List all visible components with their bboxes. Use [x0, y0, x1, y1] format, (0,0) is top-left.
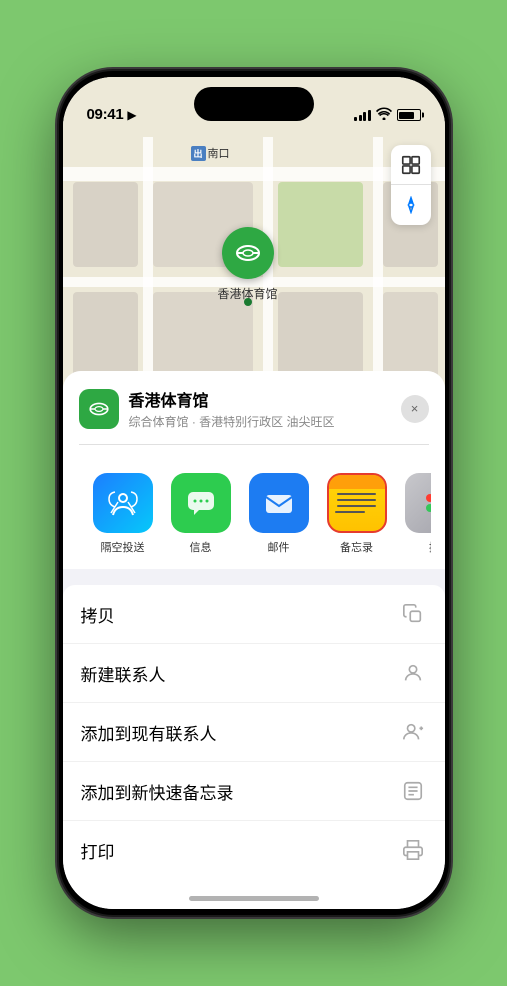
exit-badge: 出 [191, 146, 206, 161]
share-mail[interactable]: 邮件 [249, 473, 309, 555]
signal-bar-1 [354, 117, 357, 121]
status-time: 09:41 [87, 106, 124, 123]
message-label: 信息 [190, 539, 212, 555]
battery-fill [399, 112, 414, 119]
action-copy[interactable]: 拷贝 [63, 585, 445, 644]
more-label: 提 [429, 539, 431, 555]
map-controls [391, 145, 431, 225]
action-new-contact[interactable]: 新建联系人 [63, 644, 445, 703]
signal-bar-2 [359, 115, 362, 121]
home-indicator [189, 896, 319, 901]
map-label: 出 南口 [191, 145, 230, 161]
notes-icon-wrap [327, 473, 387, 533]
action-new-contact-label: 新建联系人 [81, 661, 166, 686]
location-info: 香港体育馆 综合体育馆 · 香港特别行政区 油尖旺区 [129, 387, 391, 430]
divider [63, 569, 445, 577]
mail-label: 邮件 [268, 539, 290, 555]
compass-button[interactable] [391, 185, 431, 225]
wifi-icon [376, 107, 392, 123]
copy-icon [399, 600, 427, 628]
pin-dot [244, 298, 252, 306]
status-icons [354, 107, 421, 123]
close-button[interactable]: × [401, 395, 429, 423]
message-icon-wrap [171, 473, 231, 533]
more-icon-wrap [405, 473, 431, 533]
location-subtitle: 综合体育馆 · 香港特别行政区 油尖旺区 [129, 413, 391, 430]
person-icon [399, 659, 427, 687]
share-notes[interactable]: 备忘录 [327, 473, 387, 555]
action-quick-note-label: 添加到新快速备忘录 [81, 779, 234, 804]
dynamic-island [194, 87, 314, 121]
mail-icon-wrap [249, 473, 309, 533]
pin-circle [222, 227, 274, 279]
print-icon [399, 836, 427, 864]
phone-frame: 09:41 ▶ [59, 71, 449, 915]
action-list: 拷贝 新建联系人 [63, 585, 445, 879]
signal-bars [354, 110, 371, 121]
south-exit-label: 南口 [208, 145, 230, 161]
location-arrow-icon: ▶ [127, 108, 136, 122]
notes-label: 备忘录 [340, 539, 373, 555]
share-row: 隔空投送 信息 [77, 459, 431, 569]
action-add-contact[interactable]: 添加到现有联系人 [63, 703, 445, 762]
stadium-pin: 香港体育馆 [218, 227, 278, 302]
note-icon [399, 777, 427, 805]
share-row-container: 隔空投送 信息 [63, 445, 445, 569]
map-layers-button[interactable] [391, 145, 431, 185]
person-add-icon [399, 718, 427, 746]
location-name: 香港体育馆 [129, 387, 391, 411]
location-header: 香港体育馆 综合体育馆 · 香港特别行政区 油尖旺区 × [63, 371, 445, 445]
phone-screen: 09:41 ▶ [63, 77, 445, 909]
share-message[interactable]: 信息 [171, 473, 231, 555]
action-add-contact-label: 添加到现有联系人 [81, 720, 217, 745]
bottom-sheet: 香港体育馆 综合体育馆 · 香港特别行政区 油尖旺区 × [63, 371, 445, 909]
location-venue-icon [79, 389, 119, 429]
action-print[interactable]: 打印 [63, 821, 445, 879]
signal-bar-3 [363, 112, 366, 121]
airdrop-label: 隔空投送 [101, 539, 145, 555]
home-indicator-bar [63, 879, 445, 909]
share-more[interactable]: 提 [405, 473, 431, 555]
action-copy-label: 拷贝 [81, 602, 115, 627]
signal-bar-4 [368, 110, 371, 121]
battery-icon [397, 109, 421, 121]
action-quick-note[interactable]: 添加到新快速备忘录 [63, 762, 445, 821]
airdrop-icon-wrap [93, 473, 153, 533]
action-print-label: 打印 [81, 838, 115, 863]
share-airdrop[interactable]: 隔空投送 [93, 473, 153, 555]
